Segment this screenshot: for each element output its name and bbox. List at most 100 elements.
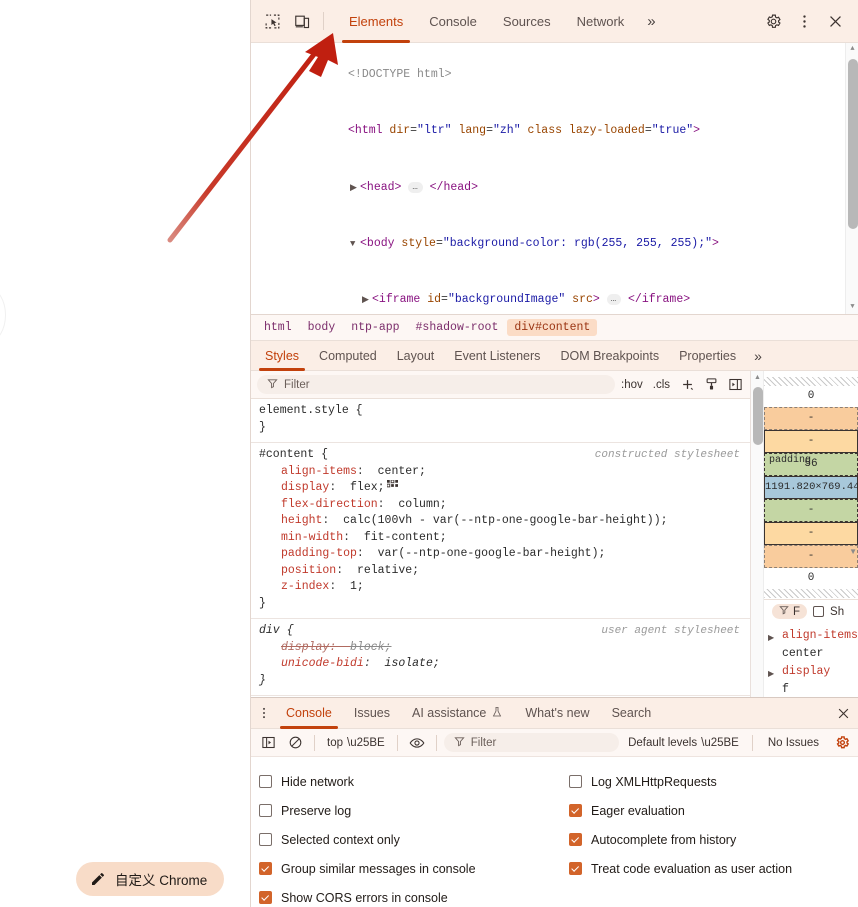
plus-icon[interactable] xyxy=(676,374,698,396)
css-property-value[interactable]: isolate; xyxy=(385,657,440,670)
checkbox[interactable] xyxy=(259,833,272,846)
box-model-margin-top[interactable]: 0 xyxy=(764,386,858,407)
tab-properties[interactable]: Properties xyxy=(669,341,746,371)
css-rule-div-ua[interactable]: user agent stylesheet div { display: blo… xyxy=(251,619,750,696)
css-property-value[interactable]: 1; xyxy=(350,580,364,593)
setting-preserve-log[interactable]: Preserve log xyxy=(259,796,569,825)
drawer-tab-whats-new[interactable]: What's new xyxy=(514,698,600,729)
box-model-margin[interactable]: - xyxy=(764,407,858,430)
checkbox-checked[interactable] xyxy=(569,833,582,846)
breadcrumb-item-html[interactable]: html xyxy=(257,319,299,336)
tab-sources[interactable]: Sources xyxy=(490,0,564,43)
box-model-border-bottom[interactable]: - xyxy=(764,522,858,545)
expand-ellipsis-icon[interactable]: … xyxy=(607,294,621,305)
tab-network[interactable]: Network xyxy=(564,0,638,43)
css-declaration[interactable]: align-items: center; xyxy=(259,464,742,481)
dom-line[interactable]: <head> … </head> xyxy=(251,160,840,216)
drawer-kebab-menu-icon[interactable] xyxy=(253,706,275,720)
css-declaration[interactable]: position: relative; xyxy=(259,563,742,580)
execution-context-selector[interactable]: top \u25BE xyxy=(322,737,390,749)
show-all-checkbox[interactable] xyxy=(813,606,824,617)
css-declaration[interactable]: display: flex; xyxy=(259,480,742,497)
device-toolbar-icon[interactable] xyxy=(287,6,317,36)
css-property-value[interactable]: calc(100vh - var(--ntp-one-google-bar-he… xyxy=(343,514,667,527)
scroll-up-arrow[interactable]: ▲ xyxy=(751,371,764,384)
breadcrumb-item-ntp-app[interactable]: ntp-app xyxy=(344,319,406,336)
styles-scrollbar[interactable]: ▲ xyxy=(751,371,764,697)
drawer-tab-issues[interactable]: Issues xyxy=(343,698,401,729)
cls-toggle-button[interactable]: .cls xyxy=(649,379,674,391)
css-declaration[interactable]: unicode-bidi: isolate; xyxy=(259,656,742,673)
box-model-diagram[interactable]: 0 - - padding 56 1191.820×769.446 - - - … xyxy=(764,371,858,598)
scrollbar-thumb[interactable] xyxy=(848,59,858,229)
dom-tree-scrollbar[interactable]: ▲ ▼ xyxy=(845,43,858,314)
checkbox[interactable] xyxy=(259,804,272,817)
computed-property-row[interactable]: ▶ align-items center xyxy=(764,627,858,663)
drawer-tab-search[interactable]: Search xyxy=(601,698,663,729)
sidebar-more-tabs-button[interactable]: » xyxy=(746,348,770,364)
no-issues-label[interactable]: No Issues xyxy=(760,737,827,749)
tab-dom-breakpoints[interactable]: DOM Breakpoints xyxy=(550,341,669,371)
computed-scroll-down-arrow[interactable]: ▼ xyxy=(849,547,857,556)
setting-treat-code-evaluation[interactable]: Treat code evaluation as user action xyxy=(569,854,858,883)
tab-computed[interactable]: Computed xyxy=(309,341,387,371)
box-model-padding-bottom[interactable]: - xyxy=(764,499,858,522)
breadcrumb-item-body[interactable]: body xyxy=(301,319,343,336)
more-tabs-button[interactable]: » xyxy=(637,13,665,30)
box-model-padding[interactable]: padding 56 xyxy=(764,453,858,476)
box-model-margin-bottom[interactable]: - xyxy=(764,545,858,568)
tab-styles[interactable]: Styles xyxy=(255,341,309,371)
checkbox-checked[interactable] xyxy=(569,862,582,875)
toggle-sidebar-icon[interactable] xyxy=(724,374,746,396)
scrollbar-thumb[interactable] xyxy=(753,387,763,445)
computed-property-row[interactable]: ▶ display f xyxy=(764,663,858,697)
dom-line[interactable]: <body style="background-color: rgb(255, … xyxy=(251,216,840,272)
css-rule-element-style[interactable]: element.style { } xyxy=(251,399,750,443)
paintbrush-icon[interactable] xyxy=(700,374,722,396)
checkbox-checked[interactable] xyxy=(569,804,582,817)
setting-show-cors-errors[interactable]: Show CORS errors in console xyxy=(259,883,569,907)
kebab-menu-icon[interactable] xyxy=(789,6,819,36)
clear-console-icon[interactable] xyxy=(283,732,307,754)
chevron-right-icon[interactable]: ▶ xyxy=(768,630,774,648)
css-declaration[interactable]: flex-direction: column; xyxy=(259,497,742,514)
css-property-value[interactable]: flex; xyxy=(350,481,385,494)
checkbox[interactable] xyxy=(259,775,272,788)
computed-filter-input[interactable]: F xyxy=(772,604,807,619)
breadcrumb-item-shadow-root[interactable]: #shadow-root xyxy=(409,319,506,336)
setting-hide-network[interactable]: Hide network xyxy=(259,767,569,796)
console-filter-input[interactable]: Filter xyxy=(444,733,619,752)
css-property-value[interactable]: relative; xyxy=(357,564,419,577)
checkbox-checked[interactable] xyxy=(259,862,272,875)
css-property-value[interactable]: center; xyxy=(378,465,426,478)
checkbox[interactable] xyxy=(569,775,582,788)
dom-line[interactable]: <!DOCTYPE html> xyxy=(251,47,840,103)
drawer-tab-console[interactable]: Console xyxy=(275,698,343,729)
css-declaration[interactable]: z-index: 1; xyxy=(259,579,742,596)
checkbox-checked[interactable] xyxy=(259,891,272,904)
box-model-border[interactable]: - xyxy=(764,430,858,453)
dom-line[interactable]: <html dir="ltr" lang="zh" class lazy-loa… xyxy=(251,103,840,159)
box-model-content[interactable]: 1191.820×769.446 xyxy=(764,476,858,499)
gear-icon[interactable] xyxy=(758,6,788,36)
breadcrumb-item-div-content[interactable]: div#content xyxy=(507,319,597,336)
scroll-up-arrow[interactable]: ▲ xyxy=(846,43,858,56)
tab-console[interactable]: Console xyxy=(416,0,490,43)
chevron-right-icon[interactable]: ▶ xyxy=(768,666,774,684)
css-property-value[interactable]: var(--ntp-one-google-bar-height); xyxy=(378,547,606,560)
customize-chrome-button[interactable]: 自定义 Chrome xyxy=(76,862,224,896)
css-property-value[interactable]: fit-content; xyxy=(364,531,447,544)
box-model-margin-bottom-value[interactable]: 0 xyxy=(764,568,858,589)
css-declaration[interactable]: min-width: fit-content; xyxy=(259,530,742,547)
css-property-value[interactable]: block; xyxy=(350,641,391,654)
css-rule-content[interactable]: constructed stylesheet #content { align-… xyxy=(251,443,750,619)
drawer-tab-ai-assistance[interactable]: AI assistance xyxy=(401,698,514,729)
hov-toggle-button[interactable]: :hov xyxy=(617,379,647,391)
inspect-element-icon[interactable] xyxy=(257,6,287,36)
dom-tree-pane[interactable]: <!DOCTYPE html> <html dir="ltr" lang="zh… xyxy=(251,43,858,315)
tab-elements[interactable]: Elements xyxy=(336,0,416,43)
expand-ellipsis-icon[interactable]: … xyxy=(408,182,422,193)
console-sidebar-icon[interactable] xyxy=(256,732,280,754)
drawer-close-icon[interactable] xyxy=(828,698,858,729)
close-icon[interactable] xyxy=(820,6,850,36)
